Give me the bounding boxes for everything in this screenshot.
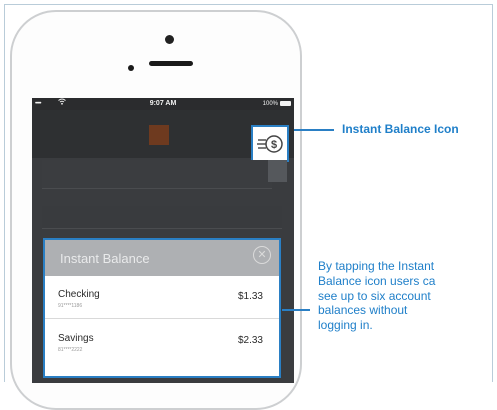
battery-icon: [280, 101, 291, 106]
close-icon[interactable]: ✕: [253, 246, 271, 264]
callout-line-icon: [294, 129, 334, 131]
callout-description: By tapping the Instant Balance icon user…: [318, 259, 436, 333]
callout-icon-label: Instant Balance Icon: [342, 122, 459, 136]
instant-balance-button[interactable]: $: [251, 125, 289, 162]
panel-title: Instant Balance: [60, 251, 150, 266]
login-field-button[interactable]: [268, 160, 287, 182]
instant-balance-panel: Instant Balance ✕ Checking 91****1186 $1…: [43, 238, 281, 378]
svg-text:$: $: [271, 139, 277, 151]
app-header: $: [32, 110, 294, 162]
status-time: 9:07 AM: [149, 100, 177, 107]
account-number: 91****1186: [58, 303, 83, 309]
instant-balance-icon: $: [257, 133, 285, 160]
earpiece-speaker: [149, 61, 193, 66]
front-sensor: [128, 65, 134, 71]
bank-logo: [149, 125, 169, 145]
camera-dot: [165, 35, 174, 44]
account-balance: $1.33: [237, 291, 263, 302]
login-field-password[interactable]: [42, 206, 282, 229]
account-row-savings[interactable]: Savings 81****2222 $2.33: [45, 322, 279, 362]
battery-percent: 100%: [262, 101, 278, 107]
account-name: Checking: [58, 289, 100, 300]
callout-line-panel: [282, 309, 310, 311]
login-field-username[interactable]: [42, 160, 272, 189]
account-row-checking[interactable]: Checking 91****1186 $1.33: [45, 278, 279, 319]
panel-header: Instant Balance ✕: [45, 240, 279, 276]
account-number: 81****2222: [58, 347, 83, 353]
account-balance: $2.33: [237, 335, 263, 346]
status-bar: ••••• 9:07 AM 100%: [32, 98, 294, 110]
account-name: Savings: [58, 333, 94, 344]
